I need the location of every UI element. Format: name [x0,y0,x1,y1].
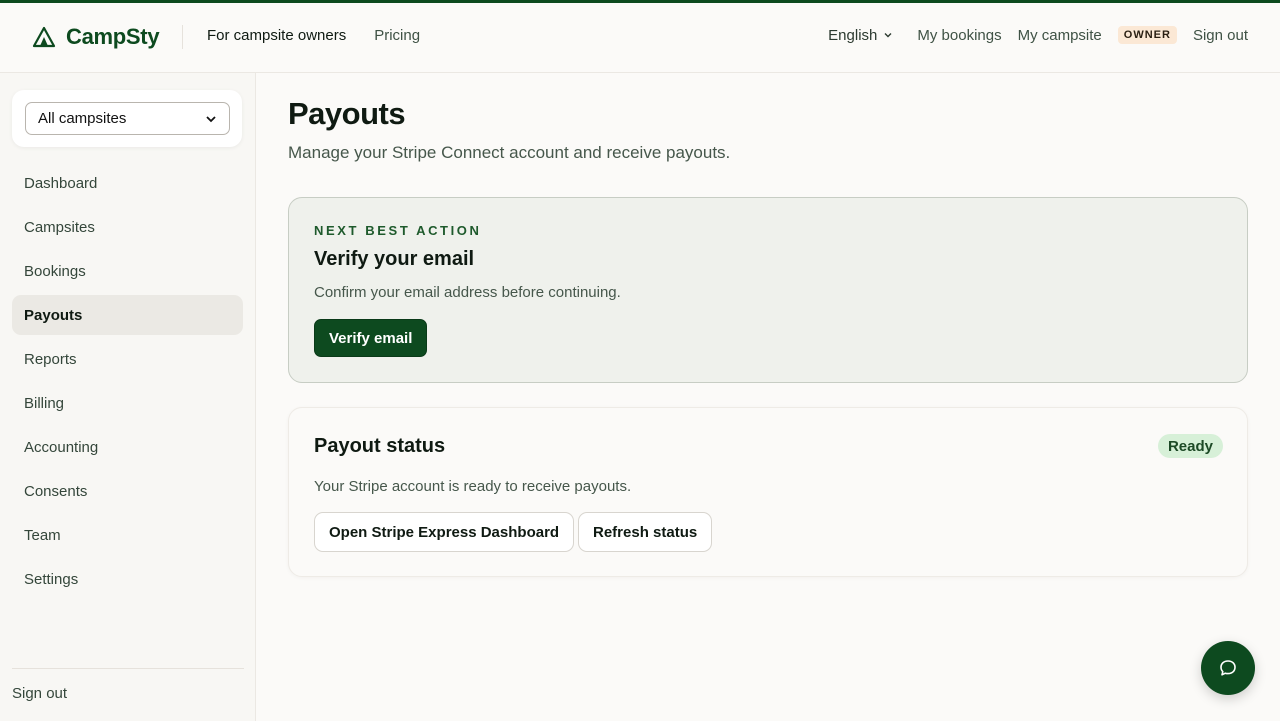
sidebar-item-accounting[interactable]: Accounting [12,427,243,467]
campsite-select[interactable]: All campsites [25,102,230,135]
payout-status-card: Payout status Ready Your Stripe account … [288,407,1248,577]
sidebar-item-payouts[interactable]: Payouts [12,295,243,335]
brand-logo-link[interactable]: CampSty [32,24,160,50]
account-nav: English My bookings My campsite OWNER Si… [828,26,1248,44]
chat-bubble-icon [1220,660,1236,676]
sidebar-item-campsites[interactable]: Campsites [12,207,243,247]
primary-nav: For campsite owners Pricing [207,27,420,44]
sidebar-item-settings[interactable]: Settings [12,559,243,599]
next-action-title: Verify your email [314,248,475,270]
status-badge: Ready [1157,434,1223,458]
refresh-status-button[interactable]: Refresh status [578,512,713,552]
sidebar-nav: Dashboard Campsites Bookings Payouts Rep… [12,163,243,603]
sidebar: All campsites Dashboard Campsites Bookin… [0,73,256,721]
payout-status-description: Your Stripe account is ready to receive … [314,478,632,495]
brand-name: CampSty [66,24,160,49]
next-action-description: Confirm your email address before contin… [314,284,621,301]
sidebar-item-bookings[interactable]: Bookings [12,251,243,291]
chevron-down-icon [206,115,216,122]
sidebar-footer: Sign out [12,668,244,702]
sidebar-item-reports[interactable]: Reports [12,339,243,379]
page-subtitle: Manage your Stripe Connect account and r… [288,143,731,162]
sidebar-item-dashboard[interactable]: Dashboard [12,163,243,203]
nav-my-campsite[interactable]: My campsite [1018,27,1102,44]
header-sign-out-link[interactable]: Sign out [1193,27,1248,44]
sidebar-sign-out-link[interactable]: Sign out [12,669,244,702]
tent-icon [32,26,56,48]
next-best-action-card: NEXT BEST ACTION Verify your email Confi… [288,197,1248,383]
sidebar-item-billing[interactable]: Billing [12,383,243,423]
role-badge: OWNER [1117,26,1177,44]
verify-email-button[interactable]: Verify email [314,319,428,357]
sidebar-item-consents[interactable]: Consents [12,471,243,511]
next-action-eyebrow: NEXT BEST ACTION [314,223,482,238]
page-title: Payouts [288,96,406,131]
language-selector[interactable]: English [828,27,893,44]
sidebar-item-team[interactable]: Team [12,515,243,555]
nav-my-bookings[interactable]: My bookings [917,27,1001,44]
nav-pricing[interactable]: Pricing [374,27,420,44]
header-divider [182,25,183,49]
chat-button[interactable] [1201,641,1255,695]
chevron-down-icon [884,33,892,38]
nav-for-campsite-owners[interactable]: For campsite owners [207,27,346,44]
campsite-select-value: All campsites [38,110,127,127]
language-label: English [828,26,878,44]
payout-status-title: Payout status [314,435,446,457]
top-header: CampSty For campsite owners Pricing Engl… [0,3,1280,73]
open-stripe-dashboard-button[interactable]: Open Stripe Express Dashboard [314,512,575,552]
campsite-select-card: All campsites [12,90,242,147]
